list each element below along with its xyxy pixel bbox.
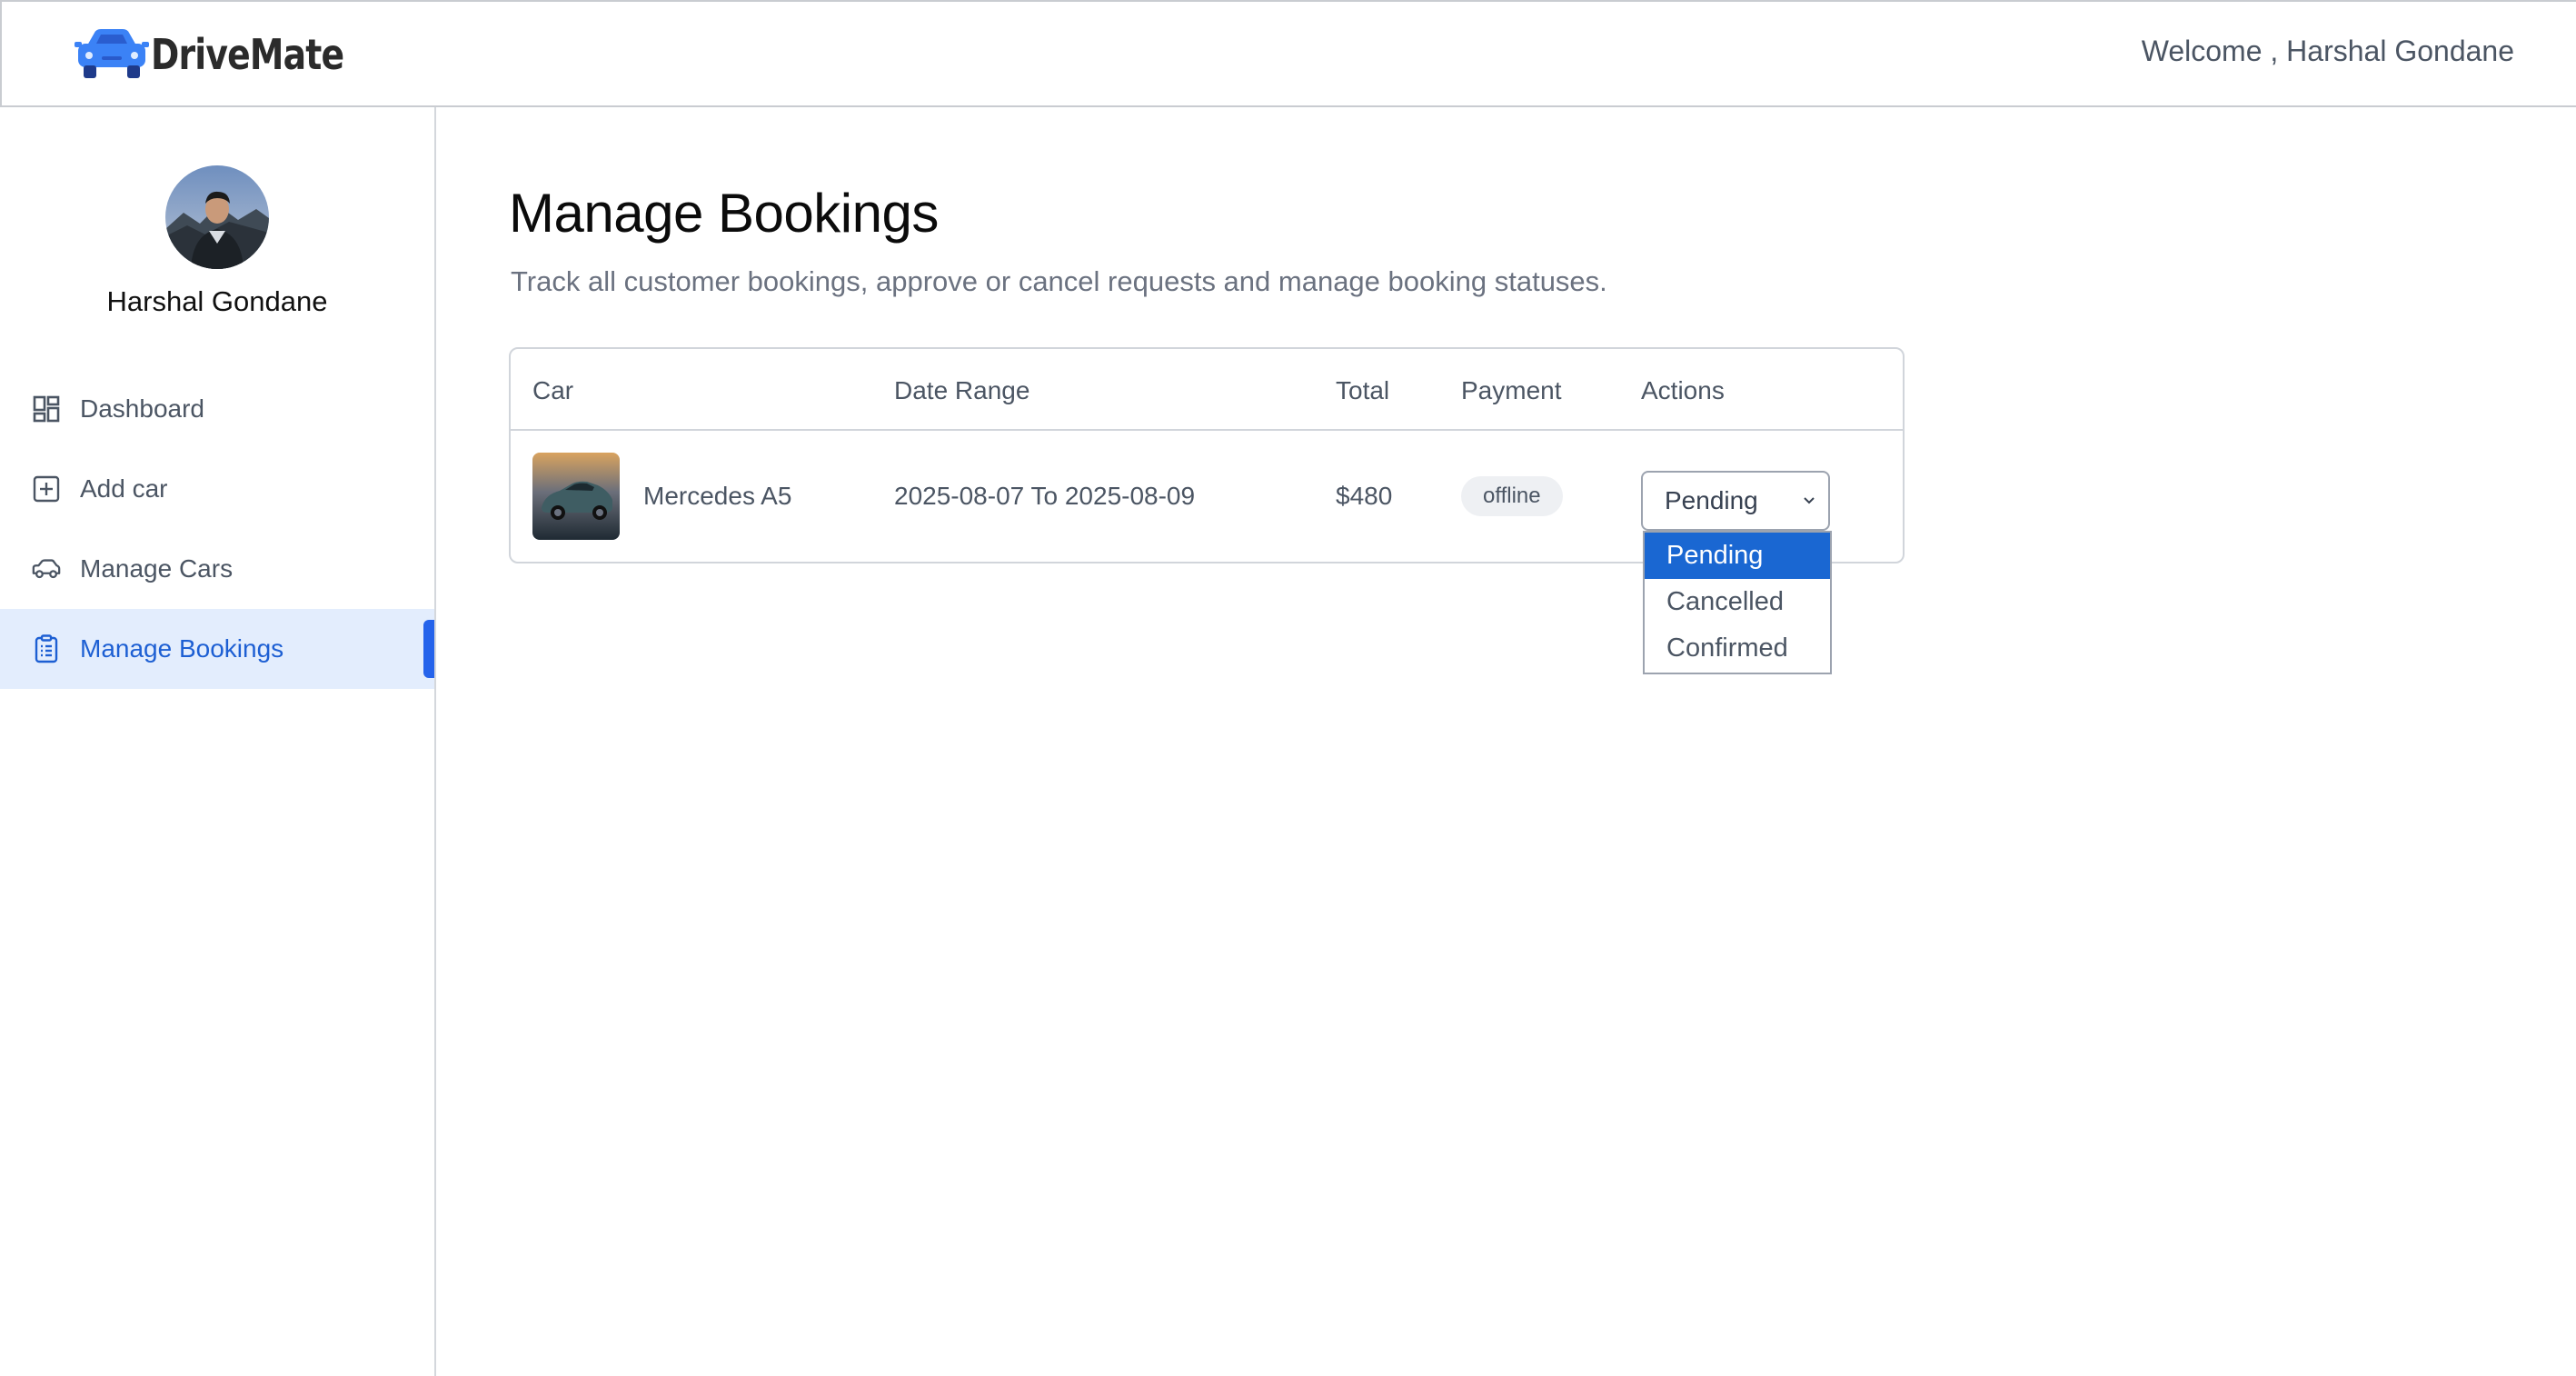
status-option-cancelled[interactable]: Cancelled: [1645, 579, 1830, 625]
car-logo-icon: [75, 29, 149, 78]
status-option-pending[interactable]: Pending: [1645, 533, 1830, 579]
car-image: [532, 453, 620, 540]
sidebar: Harshal Gondane Dashboard Add car Manage…: [0, 107, 436, 1376]
add-square-icon: [31, 474, 62, 504]
column-header-total: Total: [1336, 376, 1390, 404]
clipboard-list-icon: [31, 633, 62, 664]
active-indicator: [423, 620, 434, 678]
sidebar-item-dashboard[interactable]: Dashboard: [0, 369, 434, 449]
status-option-confirmed[interactable]: Confirmed: [1645, 625, 1830, 672]
profile-name: Harshal Gondane: [106, 285, 328, 317]
column-header-payment: Payment: [1461, 376, 1562, 404]
sidebar-item-add-car[interactable]: Add car: [0, 449, 434, 529]
sidebar-item-label: Dashboard: [80, 394, 204, 423]
page-title: Manage Bookings: [509, 183, 939, 244]
status-dropdown-menu: Pending Cancelled Confirmed: [1643, 531, 1832, 674]
sidebar-item-label: Manage Cars: [80, 554, 234, 583]
welcome-message: Welcome , Harshal Gondane: [2141, 35, 2514, 67]
sidebar-item-manage-cars[interactable]: Manage Cars: [0, 529, 434, 609]
booking-total: $480: [1336, 482, 1393, 510]
column-header-date-range: Date Range: [894, 376, 1030, 404]
avatar-photo: [165, 165, 269, 269]
avatar[interactable]: [165, 165, 269, 269]
sidebar-item-label: Manage Bookings: [80, 634, 284, 663]
brand-logo[interactable]: DriveMate: [75, 27, 386, 82]
status-select-value: Pending: [1665, 486, 1758, 514]
page-subtitle: Track all customer bookings, approve or …: [511, 265, 1607, 297]
car-name: Mercedes A5: [643, 482, 792, 510]
table-header: Car Date Range Total Payment Actions: [511, 349, 1903, 431]
column-header-car: Car: [532, 376, 574, 404]
payment-badge: offline: [1461, 476, 1563, 516]
dashboard-icon: [31, 394, 62, 424]
sidebar-nav: Dashboard Add car Manage Cars Manage Boo…: [0, 369, 434, 689]
status-select[interactable]: Pending: [1641, 471, 1830, 531]
main-content: Manage Bookings Track all customer booki…: [438, 107, 2576, 1376]
top-header: DriveMate Welcome , Harshal Gondane: [0, 0, 2576, 107]
brand-name: DriveMate: [151, 30, 344, 79]
sidebar-item-manage-bookings[interactable]: Manage Bookings: [0, 609, 434, 689]
column-header-actions: Actions: [1641, 376, 1725, 404]
date-range: 2025-08-07 To 2025-08-09: [894, 482, 1196, 510]
sidebar-item-label: Add car: [80, 474, 168, 503]
car-icon: [31, 553, 62, 584]
chevron-down-icon: [1804, 497, 1815, 504]
